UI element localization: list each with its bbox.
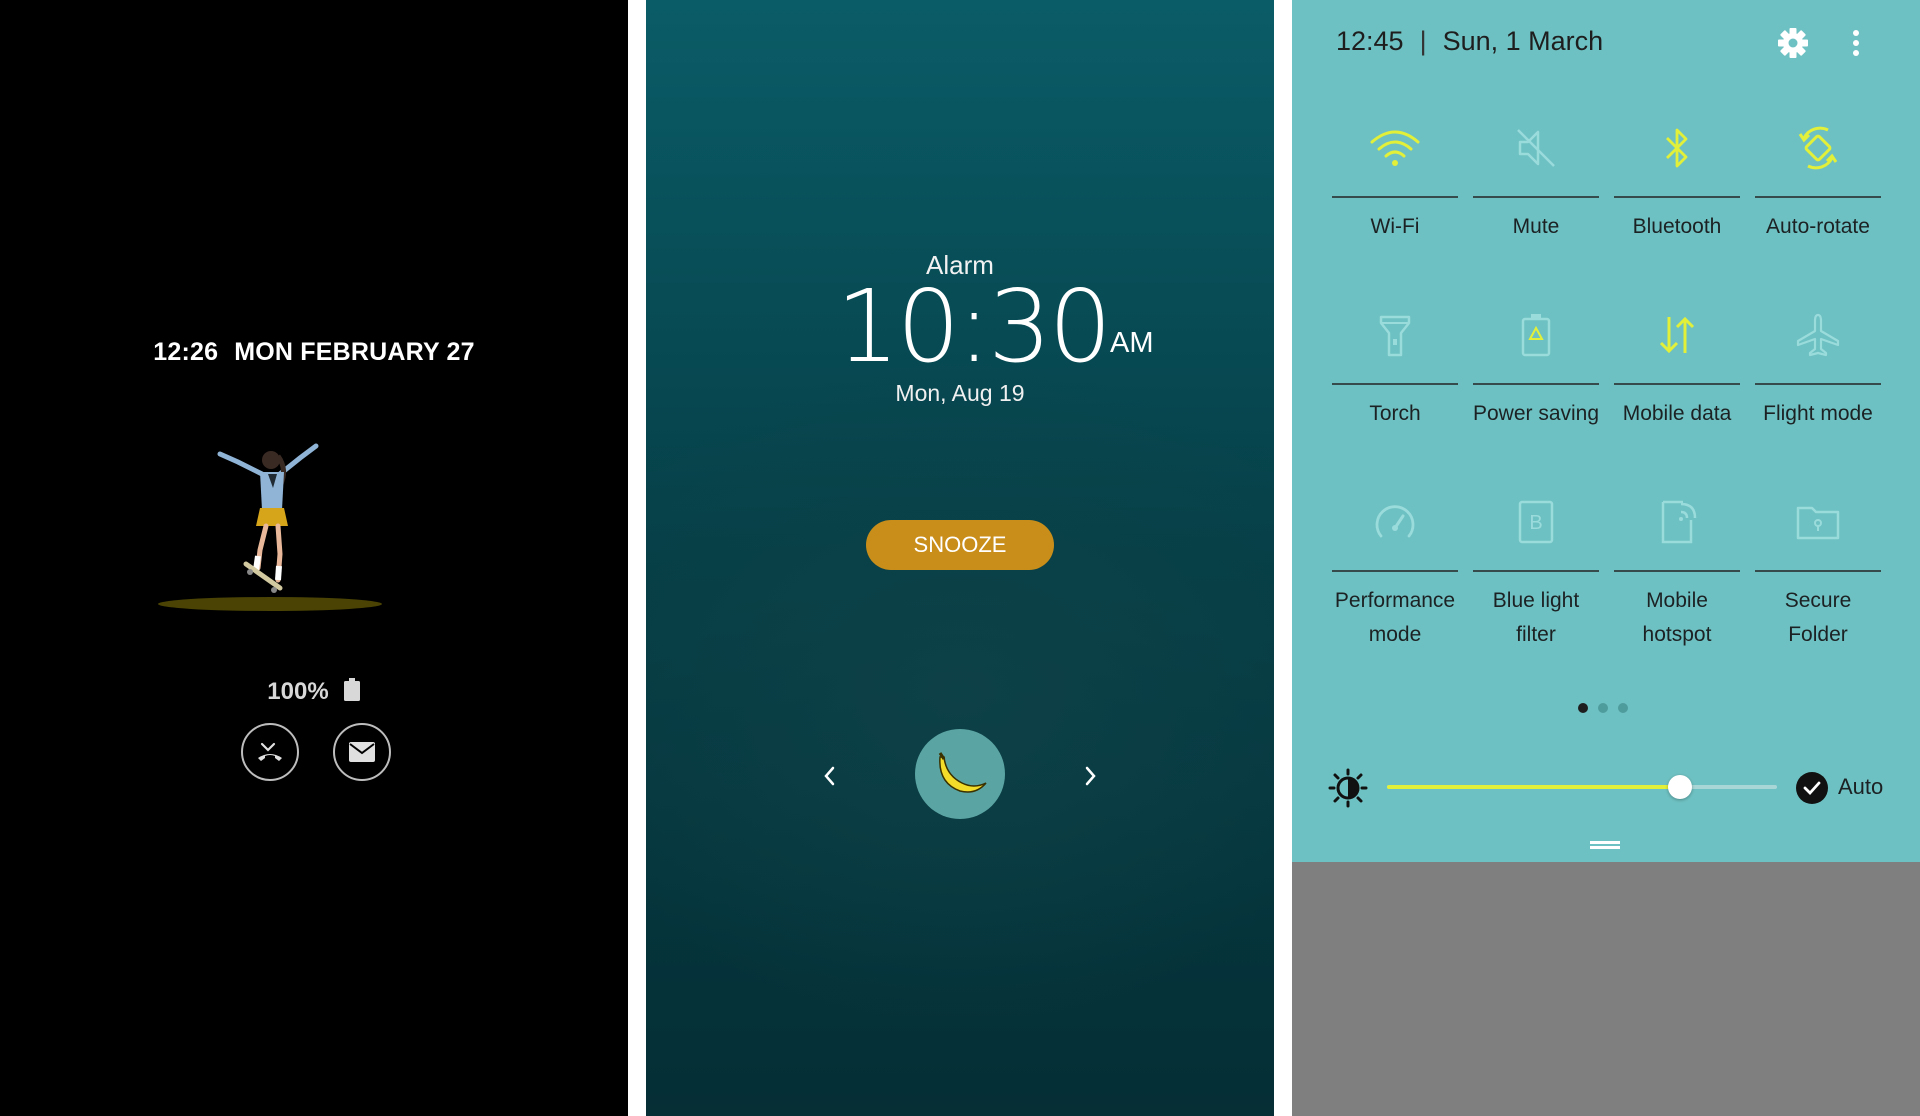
quick-settings-panel: 12:45 | Sun, 1 March Wi-Fi Mute Bluetoot… (1292, 0, 1920, 862)
tile-label: Mute (1512, 215, 1560, 238)
tile-torch[interactable]: Torch (1331, 301, 1459, 431)
power-saving-icon (1521, 314, 1551, 357)
aod-clock: 12:26 MON FEBRUARY 27 (0, 338, 628, 367)
brightness-slider[interactable] (1387, 775, 1777, 799)
message-notification[interactable] (333, 723, 391, 781)
quick-panel-header: 12:45 | Sun, 1 March (1336, 26, 1603, 57)
tile-label: Flight mode (1763, 402, 1873, 425)
checkmark-icon (1803, 781, 1821, 796)
tile-wifi[interactable]: Wi-Fi (1331, 114, 1459, 244)
tile-label: Auto-rotate (1766, 215, 1870, 238)
wifi-icon (1370, 130, 1420, 166)
secure-folder-icon (1796, 506, 1840, 540)
tile-label: Performance mode (1334, 589, 1456, 646)
blue-light-filter-icon: B (1518, 500, 1554, 544)
tile-auto-rotate[interactable]: Auto-rotate (1754, 114, 1882, 244)
mobile-data-icon (1659, 316, 1695, 354)
chevron-left-icon[interactable] (822, 760, 836, 795)
tile-label: Torch (1369, 402, 1421, 425)
page-dot-active[interactable] (1578, 703, 1588, 713)
tile-flight-mode[interactable]: Flight mode (1754, 301, 1882, 431)
dismiss-alarm-button[interactable] (915, 729, 1005, 819)
page-indicator (1578, 703, 1638, 715)
tile-label: Mobile data (1622, 402, 1732, 425)
bluetooth-icon (1666, 128, 1688, 168)
tile-blue-light-filter[interactable]: B Blue light filter (1472, 488, 1600, 652)
flight-mode-icon (1796, 313, 1840, 357)
page-dot[interactable] (1618, 703, 1628, 713)
tile-mobile-data[interactable]: Mobile data (1613, 301, 1741, 431)
battery-icon (343, 678, 361, 709)
tile-label: Bluetooth (1632, 215, 1722, 238)
header-separator: | (1419, 26, 1427, 56)
mute-icon (1517, 129, 1555, 167)
chevron-right-icon[interactable] (1084, 760, 1098, 795)
tile-performance-mode[interactable]: Performance mode (1331, 488, 1459, 652)
tile-power-saving[interactable]: Power saving (1472, 301, 1600, 431)
tile-secure-folder[interactable]: Secure Folder (1754, 488, 1882, 652)
tile-label: Wi-Fi (1370, 215, 1420, 238)
skater-illustration (158, 443, 382, 611)
brightness-icon (1328, 768, 1368, 808)
mobile-hotspot-icon (1661, 500, 1697, 544)
svg-text:B: B (1529, 512, 1542, 534)
alarm-screen: Alarm 10:30 AM Mon, Aug 19 SNOOZE (646, 0, 1274, 1116)
page-dot[interactable] (1598, 703, 1608, 713)
battery-percent: 100% (267, 678, 329, 705)
performance-mode-icon (1375, 505, 1415, 538)
tile-label: Mobile hotspot (1642, 589, 1712, 646)
gear-icon[interactable] (1776, 26, 1810, 60)
tile-label: Power saving (1472, 402, 1600, 425)
tile-mute[interactable]: Mute (1472, 114, 1600, 244)
tile-label: Blue light filter (1492, 589, 1580, 646)
tile-mobile-hotspot[interactable]: Mobile hotspot (1613, 488, 1741, 652)
banana-icon (938, 752, 987, 793)
tile-bluetooth[interactable]: Bluetooth (1613, 114, 1741, 244)
torch-icon (1379, 315, 1411, 357)
drag-handle-icon[interactable] (1590, 840, 1620, 850)
alarm-ampm: AM (1110, 327, 1154, 359)
alarm-time: 10:30 (836, 268, 1112, 385)
aod-date: MON FEBRUARY 27 (234, 338, 475, 366)
alarm-date: Mon, Aug 19 (895, 380, 1025, 406)
auto-rotate-icon (1798, 126, 1838, 170)
battery-status: 100% (0, 678, 628, 709)
auto-brightness-label: Auto (1838, 774, 1884, 799)
brightness-slider-fill (1387, 785, 1680, 789)
tile-label: Secure Folder (1784, 589, 1852, 646)
always-on-display-screen: 12:26 MON FEBRUARY 27 100% (0, 0, 628, 1116)
qp-date[interactable]: Sun, 1 March (1443, 26, 1604, 56)
missed-call-icon (258, 742, 282, 761)
auto-brightness-checkbox[interactable] (1796, 772, 1828, 804)
brightness-slider-thumb[interactable] (1667, 775, 1692, 799)
missed-call-notification[interactable] (241, 723, 299, 781)
quick-panel-screen: 12:45 | Sun, 1 March Wi-Fi Mute Bluetoot… (1292, 0, 1920, 1116)
aod-time: 12:26 (153, 338, 219, 366)
qp-time: 12:45 (1336, 26, 1404, 56)
snooze-button[interactable]: SNOOZE (866, 520, 1054, 570)
more-options-icon[interactable] (1848, 26, 1864, 60)
message-icon (349, 742, 375, 762)
